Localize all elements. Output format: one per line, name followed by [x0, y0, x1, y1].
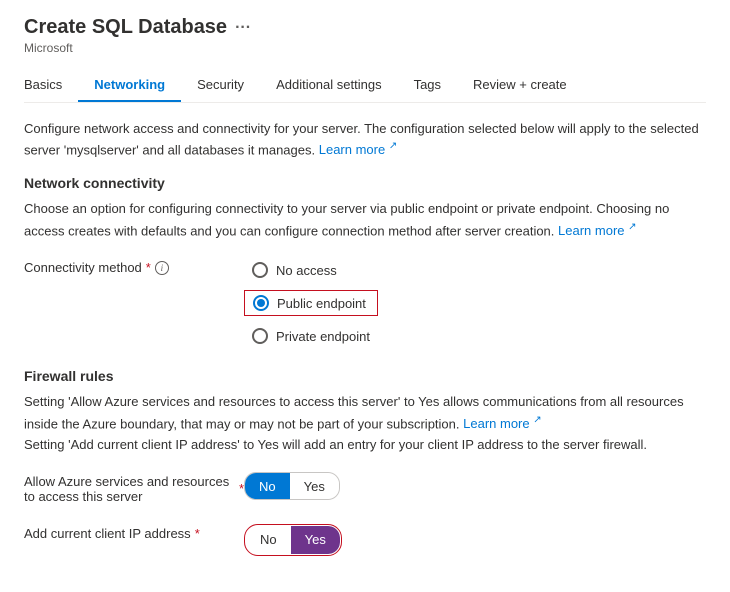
page-container: Create SQL Database ··· Microsoft Basics… [0, 0, 730, 592]
add-client-ip-toggle[interactable]: No Yes [246, 526, 340, 554]
learn-more-link-2[interactable]: Learn more ↗ [558, 223, 637, 238]
radio-public-endpoint[interactable] [253, 295, 269, 311]
radio-private-endpoint-label: Private endpoint [276, 329, 370, 344]
tab-additional-settings[interactable]: Additional settings [260, 69, 398, 102]
connectivity-radio-group: No access Public endpoint Private endpoi… [244, 258, 378, 348]
external-link-icon-1: ↗ [389, 141, 397, 152]
info-icon[interactable]: i [155, 261, 169, 275]
radio-option-private-endpoint[interactable]: Private endpoint [244, 324, 378, 348]
add-client-ip-toggle-group: No Yes [244, 524, 342, 556]
allow-azure-toggle-group: No Yes [244, 472, 340, 500]
required-indicator: * [146, 260, 151, 275]
radio-option-public-endpoint[interactable]: Public endpoint [244, 290, 378, 316]
page-title: Create SQL Database ··· [24, 16, 251, 39]
network-connectivity-title: Network connectivity [24, 175, 706, 191]
connectivity-method-row: Connectivity method * i No access Public… [24, 258, 706, 348]
add-client-ip-toggle-highlighted: No Yes [244, 524, 342, 556]
page-subtitle: Microsoft [24, 41, 706, 55]
firewall-rules-title: Firewall rules [24, 368, 706, 384]
tab-review-create[interactable]: Review + create [457, 69, 583, 102]
connectivity-method-label: Connectivity method * i [24, 258, 244, 275]
firewall-rules-description: Setting 'Allow Azure services and resour… [24, 392, 706, 456]
add-client-ip-required: * [195, 526, 200, 541]
radio-option-no-access[interactable]: No access [244, 258, 378, 282]
tab-bar: Basics Networking Security Additional se… [24, 69, 706, 103]
add-client-ip-toggle-yes[interactable]: Yes [291, 526, 340, 554]
allow-azure-toggle-no[interactable]: No [245, 473, 290, 500]
network-connectivity-description: Choose an option for configuring connect… [24, 199, 706, 242]
allow-azure-row: Allow Azure services and resources to ac… [24, 472, 706, 504]
add-client-ip-toggle-no[interactable]: No [246, 526, 291, 554]
ellipsis-menu-icon[interactable]: ··· [235, 19, 251, 37]
networking-description: Configure network access and connectivit… [24, 119, 706, 159]
tab-networking[interactable]: Networking [78, 69, 181, 102]
allow-azure-label: Allow Azure services and resources to ac… [24, 472, 244, 504]
allow-azure-toggle[interactable]: No Yes [244, 472, 340, 500]
radio-no-access-label: No access [276, 263, 337, 278]
tab-tags[interactable]: Tags [398, 69, 457, 102]
tab-basics[interactable]: Basics [24, 69, 78, 102]
allow-azure-toggle-yes[interactable]: Yes [290, 473, 339, 500]
external-link-icon-3: ↗ [533, 415, 541, 426]
radio-private-endpoint[interactable] [252, 328, 268, 344]
learn-more-link-3[interactable]: Learn more ↗ [463, 416, 542, 431]
radio-no-access[interactable] [252, 262, 268, 278]
networking-content: Configure network access and connectivit… [24, 119, 706, 556]
external-link-icon-2: ↗ [628, 222, 636, 233]
radio-dot [257, 299, 265, 307]
tab-security[interactable]: Security [181, 69, 260, 102]
radio-public-endpoint-label: Public endpoint [277, 296, 366, 311]
firewall-rules-section: Firewall rules Setting 'Allow Azure serv… [24, 368, 706, 556]
learn-more-link-1[interactable]: Learn more ↗ [319, 142, 398, 157]
add-client-ip-row: Add current client IP address * No Yes [24, 524, 706, 556]
add-client-ip-label: Add current client IP address * [24, 524, 244, 541]
